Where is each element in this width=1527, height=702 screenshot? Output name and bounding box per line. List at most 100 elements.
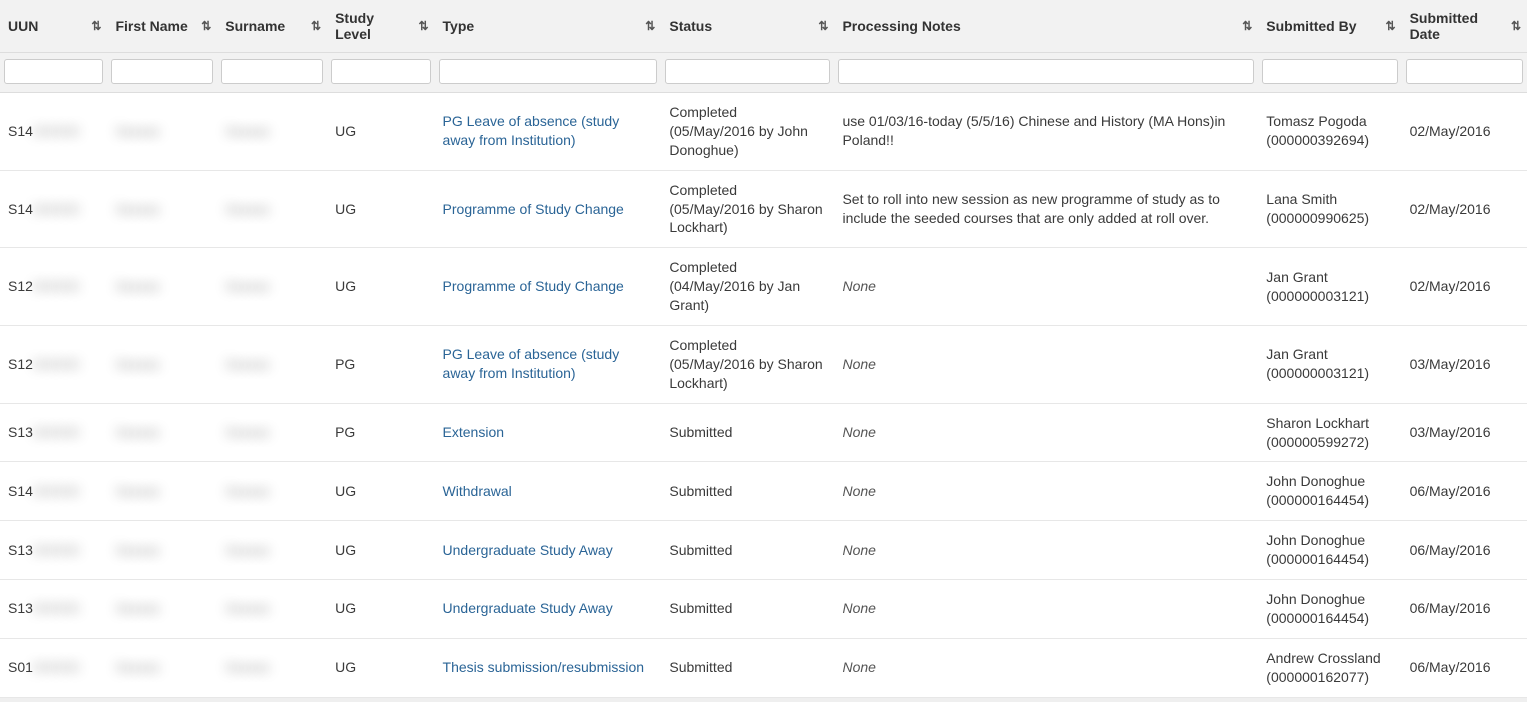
cell-surname: Xxxxxx xyxy=(217,403,327,462)
cell-type: Undergraduate Study Away xyxy=(435,580,662,639)
type-link[interactable]: Undergraduate Study Away xyxy=(443,600,613,616)
cell-uun: S14XXXXX xyxy=(0,93,107,171)
filter-submitted-by[interactable] xyxy=(1262,59,1397,84)
col-header-status[interactable]: Status ⇅ xyxy=(661,0,834,53)
sort-icon[interactable]: ⇅ xyxy=(818,19,828,33)
cell-processing-notes: use 01/03/16-today (5/5/16) Chinese and … xyxy=(834,93,1258,171)
type-link[interactable]: Withdrawal xyxy=(443,483,512,499)
cell-status: Submitted xyxy=(661,462,834,521)
cell-status: Submitted xyxy=(661,638,834,697)
filter-study-level[interactable] xyxy=(331,59,430,84)
cell-study-level: PG xyxy=(327,403,434,462)
sort-icon[interactable]: ⇅ xyxy=(1386,19,1396,33)
cell-submitted-by: John Donoghue (000000164454) xyxy=(1258,521,1401,580)
cell-processing-notes: None xyxy=(834,580,1258,639)
redacted-text: Xxxxxx xyxy=(225,658,269,677)
col-header-surname[interactable]: Surname⇅ xyxy=(217,0,327,53)
table-row: S01XXXXXXxxxxxXxxxxxUGThesis submission/… xyxy=(0,638,1527,697)
col-header-submitted-by[interactable]: Submitted By⇅ xyxy=(1258,0,1401,53)
sort-icon[interactable]: ⇅ xyxy=(91,19,101,33)
cell-first-name: Xxxxxx xyxy=(107,580,217,639)
cell-uun: S12XXXXX xyxy=(0,248,107,326)
none-label: None xyxy=(842,424,875,440)
col-header-label: Type xyxy=(443,18,493,34)
none-label: None xyxy=(842,483,875,499)
type-link[interactable]: PG Leave of absence (study away from Ins… xyxy=(443,346,620,381)
cell-processing-notes: None xyxy=(834,462,1258,521)
filter-processing-notes[interactable] xyxy=(838,59,1254,84)
cell-uun: S12XXXXX xyxy=(0,326,107,404)
cell-processing-notes: None xyxy=(834,521,1258,580)
filter-surname[interactable] xyxy=(221,59,323,84)
type-link[interactable]: PG Leave of absence (study away from Ins… xyxy=(443,113,620,148)
col-header-study-level[interactable]: Study Level⇅ xyxy=(327,0,434,53)
cell-submitted-by: Lana Smith (000000990625) xyxy=(1258,170,1401,248)
type-link[interactable]: Programme of Study Change xyxy=(443,278,624,294)
sort-icon[interactable]: ⇅ xyxy=(311,19,321,33)
sort-icon[interactable]: ⇅ xyxy=(1242,19,1252,33)
cell-type: Thesis submission/resubmission xyxy=(435,638,662,697)
col-header-label: Submitted Date xyxy=(1410,10,1519,42)
uun-prefix: S12 xyxy=(8,278,33,294)
cell-status: Completed (05/May/2016 by Sharon Lockhar… xyxy=(661,326,834,404)
cell-type: Withdrawal xyxy=(435,462,662,521)
cell-surname: Xxxxxx xyxy=(217,170,327,248)
cell-surname: Xxxxxx xyxy=(217,462,327,521)
cell-surname: Xxxxxx xyxy=(217,580,327,639)
cell-uun: S13XXXXX xyxy=(0,403,107,462)
redacted-text: Xxxxxx xyxy=(225,200,269,219)
uun-prefix: S14 xyxy=(8,201,33,217)
cell-first-name: Xxxxxx xyxy=(107,403,217,462)
table-row: S13XXXXXXxxxxxXxxxxxUGUndergraduate Stud… xyxy=(0,521,1527,580)
col-header-submitted-date[interactable]: Submitted Date⇅ xyxy=(1402,0,1527,53)
cell-type: PG Leave of absence (study away from Ins… xyxy=(435,93,662,171)
redacted-text: Xxxxxx xyxy=(115,200,159,219)
cell-submitted-date: 06/May/2016 xyxy=(1402,462,1527,521)
filter-uun[interactable] xyxy=(4,59,103,84)
cell-status: Completed (05/May/2016 by John Donoghue) xyxy=(661,93,834,171)
uun-prefix: S13 xyxy=(8,424,33,440)
cell-first-name: Xxxxxx xyxy=(107,326,217,404)
cell-submitted-date: 06/May/2016 xyxy=(1402,580,1527,639)
cell-submitted-date: 02/May/2016 xyxy=(1402,170,1527,248)
table-body: S14XXXXXXxxxxxXxxxxxUGPG Leave of absenc… xyxy=(0,93,1527,698)
redacted-text: XXXXX xyxy=(33,355,80,374)
redacted-text: Xxxxxx xyxy=(225,482,269,501)
col-header-processing-notes[interactable]: Processing Notes ⇅ xyxy=(834,0,1258,53)
col-header-label: Processing Notes xyxy=(842,18,978,34)
filter-submitted-date[interactable] xyxy=(1406,59,1523,84)
cell-status: Completed (05/May/2016 by Sharon Lockhar… xyxy=(661,170,834,248)
cell-study-level: UG xyxy=(327,580,434,639)
none-label: None xyxy=(842,600,875,616)
filter-type[interactable] xyxy=(439,59,658,84)
cell-surname: Xxxxxx xyxy=(217,248,327,326)
type-link[interactable]: Undergraduate Study Away xyxy=(443,542,613,558)
cell-type: Extension xyxy=(435,403,662,462)
filter-status[interactable] xyxy=(665,59,830,84)
col-header-first-name[interactable]: First Name⇅ xyxy=(107,0,217,53)
type-link[interactable]: Thesis submission/resubmission xyxy=(443,659,645,675)
sort-icon[interactable]: ⇅ xyxy=(645,19,655,33)
redacted-text: Xxxxxx xyxy=(225,599,269,618)
cell-study-level: UG xyxy=(327,248,434,326)
redacted-text: Xxxxxx xyxy=(225,122,269,141)
type-link[interactable]: Programme of Study Change xyxy=(443,201,624,217)
cell-surname: Xxxxxx xyxy=(217,326,327,404)
uun-prefix: S14 xyxy=(8,483,33,499)
cell-type: Programme of Study Change xyxy=(435,170,662,248)
sort-icon[interactable]: ⇅ xyxy=(418,19,428,33)
redacted-text: Xxxxxx xyxy=(115,482,159,501)
type-link[interactable]: Extension xyxy=(443,424,504,440)
sort-icon[interactable]: ⇅ xyxy=(201,19,211,33)
col-header-type[interactable]: Type ⇅ xyxy=(435,0,662,53)
cell-status: Completed (04/May/2016 by Jan Grant) xyxy=(661,248,834,326)
cell-submitted-by: Andrew Crossland (000000162077) xyxy=(1258,638,1401,697)
none-label: None xyxy=(842,278,875,294)
cell-surname: Xxxxxx xyxy=(217,638,327,697)
filter-first-name[interactable] xyxy=(111,59,213,84)
col-header-uun[interactable]: UUN⇅ xyxy=(0,0,107,53)
sort-icon[interactable]: ⇅ xyxy=(1511,19,1521,33)
col-header-label: Status xyxy=(669,18,730,34)
cell-first-name: Xxxxxx xyxy=(107,521,217,580)
redacted-text: Xxxxxx xyxy=(225,277,269,296)
